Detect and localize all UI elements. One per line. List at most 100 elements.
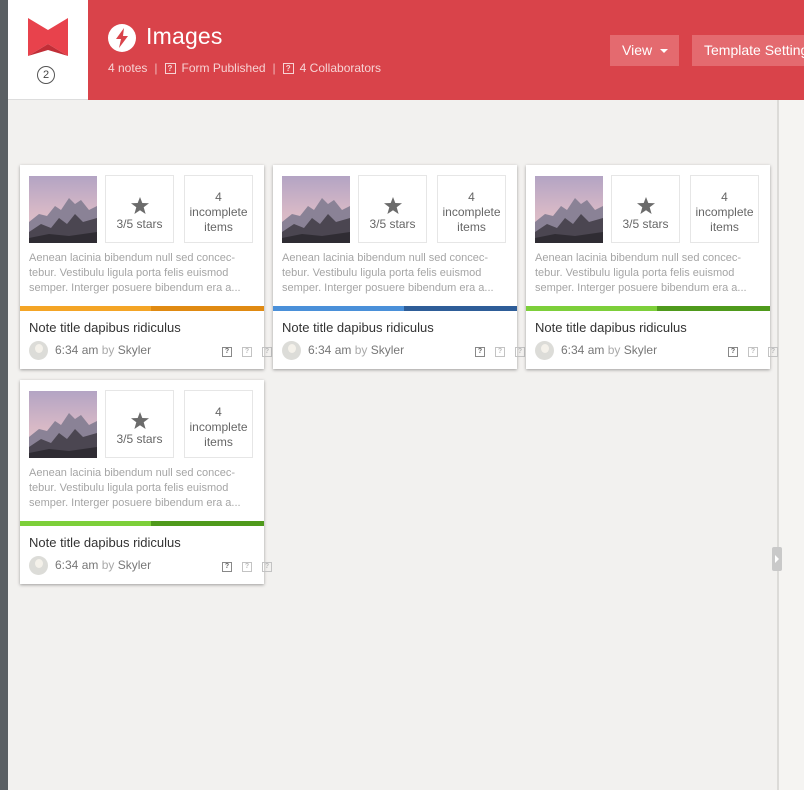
attachment-icon[interactable]: ?: [242, 347, 252, 357]
avatar[interactable]: [282, 341, 301, 360]
incomplete-items-tile[interactable]: 4 incomplete items: [184, 390, 253, 458]
incomplete-count: 4: [215, 190, 222, 204]
note-author[interactable]: Skyler: [371, 343, 404, 357]
left-rail: [0, 0, 8, 790]
description-line: semper. Interger posuere bibendum era a.…: [29, 497, 241, 509]
comment-icon[interactable]: ?: [768, 347, 778, 357]
form-status[interactable]: Form Published: [182, 61, 266, 75]
stars-rating: 3/5 stars: [116, 217, 163, 231]
avatar[interactable]: [29, 341, 48, 360]
note-title[interactable]: Note title dapibus ridiculus: [29, 320, 181, 335]
form-icon: ?: [164, 62, 176, 74]
by-label: by: [101, 343, 115, 357]
star-icon: [130, 197, 149, 214]
avatar[interactable]: [535, 341, 554, 360]
note-title[interactable]: Note title dapibus ridiculus: [535, 320, 687, 335]
incomplete-label: incomplete: [695, 205, 754, 219]
view-dropdown-button[interactable]: View: [610, 35, 679, 66]
app-logo[interactable]: 2: [8, 0, 88, 100]
incomplete-items-tile[interactable]: 4 incomplete items: [690, 175, 759, 243]
description-line: semper. Interger posuere bibendum era a.…: [282, 282, 494, 294]
comment-icon[interactable]: ?: [262, 562, 272, 572]
note-author[interactable]: Skyler: [624, 343, 657, 357]
status-color-bar: [273, 306, 517, 311]
stars-tile[interactable]: 3/5 stars: [105, 175, 174, 243]
attachment-icon[interactable]: ?: [495, 347, 505, 357]
status-bar-segment: [404, 306, 517, 311]
collaborators-link[interactable]: 4 Collaborators: [300, 61, 381, 75]
note-thumbnail[interactable]: [282, 176, 350, 243]
stars-tile[interactable]: 3/5 stars: [358, 175, 427, 243]
incomplete-items-tile[interactable]: 4 incomplete items: [437, 175, 506, 243]
note-card[interactable]: 3/5 stars 4 incomplete items Aenean laci…: [273, 165, 525, 369]
status-bar-segment: [273, 306, 404, 311]
form-icon[interactable]: ?: [475, 347, 485, 357]
incomplete-items-tile[interactable]: 4 incomplete items: [184, 175, 253, 243]
stars-rating: 3/5 stars: [622, 217, 669, 231]
notes-count[interactable]: 4 notes: [108, 61, 147, 75]
note-card[interactable]: 3/5 stars 4 incomplete items Aenean laci…: [20, 165, 272, 369]
status-bar-segment: [20, 521, 151, 526]
form-icon[interactable]: ?: [728, 347, 738, 357]
note-author[interactable]: Skyler: [118, 343, 151, 357]
avatar[interactable]: [29, 556, 48, 575]
stars-rating: 3/5 stars: [116, 432, 163, 446]
description-line: semper. Interger posuere bibendum era a.…: [29, 282, 241, 294]
note-author[interactable]: Skyler: [118, 558, 151, 572]
stars-tile[interactable]: 3/5 stars: [611, 175, 680, 243]
status-bar-segment: [151, 521, 264, 526]
description-line: Aenean lacinia bibendum null sed concec-: [29, 467, 236, 479]
notification-count-badge[interactable]: 2: [37, 66, 55, 84]
view-label: View: [622, 42, 653, 58]
collaborators-icon: ?: [282, 62, 294, 74]
header-meta: 4 notes | ? Form Published | ? 4 Collabo…: [108, 61, 381, 75]
description-line: Aenean lacinia bibendum null sed concec-: [282, 252, 489, 264]
note-footer: 6:34 am by Skyler ? ? ?: [29, 556, 272, 576]
stars-tile[interactable]: 3/5 stars: [105, 390, 174, 458]
star-icon: [130, 412, 149, 429]
comment-icon[interactable]: ?: [515, 347, 525, 357]
note-time: 6:34 am: [55, 558, 99, 572]
note-thumbnail[interactable]: [535, 176, 603, 243]
status-color-bar: [20, 306, 264, 311]
template-settings-button[interactable]: Template Settings: [692, 35, 804, 66]
description-line: Aenean lacinia bibendum null sed concec-: [29, 252, 236, 264]
description-line: Aenean lacinia bibendum null sed concec-: [535, 252, 742, 264]
status-bar-segment: [526, 306, 657, 311]
form-icon[interactable]: ?: [222, 347, 232, 357]
note-thumbnail[interactable]: [29, 176, 97, 243]
note-meta: 6:34 am by Skyler: [561, 343, 657, 357]
note-card[interactable]: 3/5 stars 4 incomplete items Aenean laci…: [526, 165, 778, 369]
panel-toggle-handle[interactable]: [772, 547, 782, 571]
incomplete-suffix: items: [204, 435, 233, 449]
note-title[interactable]: Note title dapibus ridiculus: [29, 535, 181, 550]
caret-down-icon: [660, 49, 669, 54]
incomplete-label: incomplete: [189, 205, 248, 219]
comment-icon[interactable]: ?: [262, 347, 272, 357]
attachment-icon[interactable]: ?: [242, 562, 252, 572]
page-title: Images: [146, 23, 223, 49]
by-label: by: [101, 558, 115, 572]
attachment-icon[interactable]: ?: [748, 347, 758, 357]
form-icon[interactable]: ?: [222, 562, 232, 572]
star-icon: [636, 197, 655, 214]
note-time: 6:34 am: [561, 343, 605, 357]
incomplete-count: 4: [468, 190, 475, 204]
status-bar-segment: [20, 306, 151, 311]
status-bar-segment: [151, 306, 264, 311]
logo-icon: [28, 18, 68, 56]
star-icon: [383, 197, 402, 214]
description-line: tebur. Vestibulu ligula porta felis euis…: [29, 482, 229, 494]
incomplete-suffix: items: [710, 220, 739, 234]
note-footer: 6:34 am by Skyler ? ? ?: [282, 341, 525, 361]
incomplete-label: incomplete: [442, 205, 501, 219]
note-title[interactable]: Note title dapibus ridiculus: [282, 320, 434, 335]
note-card[interactable]: 3/5 stars 4 incomplete items Aenean laci…: [20, 380, 272, 584]
note-footer: 6:34 am by Skyler ? ? ?: [29, 341, 272, 361]
note-description: Aenean lacinia bibendum null sed concec-…: [535, 251, 763, 296]
separator: |: [154, 61, 158, 75]
note-thumbnail[interactable]: [29, 391, 97, 458]
note-footer: 6:34 am by Skyler ? ? ?: [535, 341, 778, 361]
status-color-bar: [526, 306, 770, 311]
incomplete-suffix: items: [204, 220, 233, 234]
